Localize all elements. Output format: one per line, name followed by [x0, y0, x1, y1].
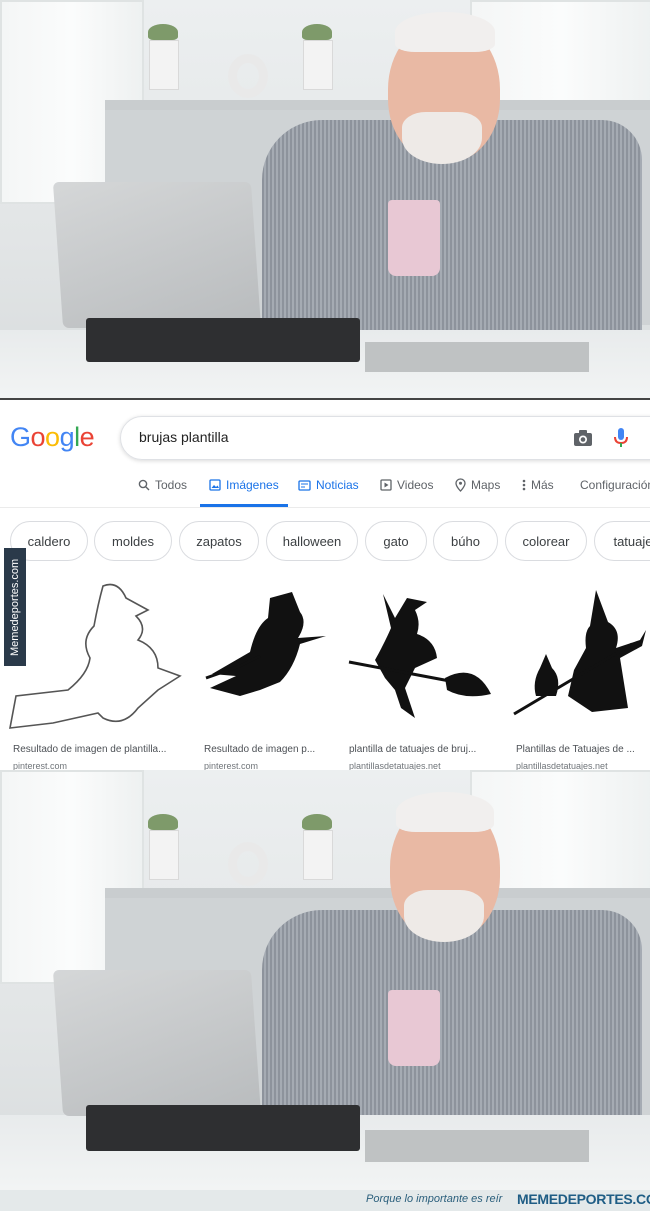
chip-colorear[interactable]: colorear	[505, 521, 587, 561]
man-beard	[404, 890, 484, 942]
tab-configuracion[interactable]: Configuración	[580, 478, 650, 492]
chip-moldes[interactable]: moldes	[94, 521, 172, 561]
plant-pot	[149, 830, 179, 880]
search-icon	[138, 479, 150, 491]
chip-buho[interactable]: búho	[433, 521, 498, 561]
chip-halloween[interactable]: halloween	[266, 521, 358, 561]
search-tabs: Todos Imágenes Noticias Videos Maps Más …	[0, 478, 650, 506]
search-box[interactable]: brujas plantilla	[120, 416, 650, 460]
pin-icon	[455, 478, 466, 492]
result-caption[interactable]: Resultado de imagen p...	[204, 744, 332, 755]
tab-videos[interactable]: Videos	[380, 478, 433, 492]
tab-imagenes[interactable]: Imágenes	[209, 478, 279, 492]
play-icon	[380, 479, 392, 491]
chip-zapatos[interactable]: zapatos	[179, 521, 259, 561]
result-image-3[interactable]	[345, 578, 495, 736]
news-icon	[298, 479, 311, 491]
laptop-base	[86, 1105, 360, 1151]
man-beard	[402, 112, 482, 164]
watermark-tagline: Porque lo importante es reír	[366, 1193, 503, 1205]
tab-label: Más	[531, 478, 554, 492]
shelf	[105, 100, 650, 110]
man-hair	[395, 12, 495, 52]
plant-pot	[303, 830, 333, 880]
result-image-2[interactable]	[200, 578, 328, 736]
laptop-base	[86, 318, 360, 362]
plant	[302, 814, 332, 830]
result-caption[interactable]: Resultado de imagen de plantilla...	[13, 744, 185, 755]
result-image-1[interactable]	[8, 578, 184, 736]
shelf	[105, 888, 650, 898]
more-icon	[522, 479, 526, 491]
microphone-icon[interactable]	[613, 427, 629, 454]
watermark-side: Memedeportes.com	[4, 548, 26, 666]
result-image-4[interactable]	[512, 578, 650, 736]
tab-maps[interactable]: Maps	[455, 478, 500, 492]
ring-decoration	[228, 842, 268, 886]
plant	[148, 24, 178, 40]
tab-noticias[interactable]: Noticias	[298, 478, 359, 492]
chip-gato[interactable]: gato	[365, 521, 427, 561]
top-photo-panel	[0, 0, 650, 398]
result-caption[interactable]: Plantillas de Tatuajes de ...	[516, 744, 650, 755]
ring-decoration	[228, 54, 268, 98]
tab-label: Imágenes	[226, 478, 279, 492]
result-caption[interactable]: plantilla de tatuajes de bruj...	[349, 744, 494, 755]
camera-icon[interactable]	[573, 429, 593, 452]
paper-tray	[365, 1130, 589, 1162]
tab-label: Todos	[155, 478, 188, 492]
tab-label: Configuración	[580, 478, 650, 492]
bottom-photo-panel	[0, 770, 650, 1190]
image-icon	[209, 479, 221, 491]
man-hair	[396, 792, 494, 832]
tab-label: Maps	[471, 478, 501, 492]
google-search-panel: Google brujas plantilla Todos Imágenes N…	[0, 398, 650, 772]
tab-label: Noticias	[316, 478, 359, 492]
mug	[388, 200, 440, 276]
tab-todos[interactable]: Todos	[138, 478, 187, 492]
search-input[interactable]: brujas plantilla	[139, 429, 229, 445]
watermark-brand: MEMEDEPORTES.COM	[517, 1191, 650, 1207]
chip-tatuaje[interactable]: tatuaje	[594, 521, 650, 561]
plant	[148, 814, 178, 830]
plant-pot	[149, 40, 179, 90]
laptop-screen	[52, 182, 262, 328]
plant-pot	[303, 40, 333, 90]
google-logo[interactable]: Google	[10, 422, 95, 453]
mug	[388, 990, 440, 1066]
paper-tray	[365, 342, 589, 372]
watermark-footer: Porque lo importante es reír MEMEDEPORTE…	[0, 1190, 650, 1211]
plant	[302, 24, 332, 40]
divider	[0, 507, 650, 508]
laptop-screen	[52, 970, 262, 1116]
tab-label: Videos	[397, 478, 434, 492]
tab-mas[interactable]: Más	[522, 478, 554, 492]
